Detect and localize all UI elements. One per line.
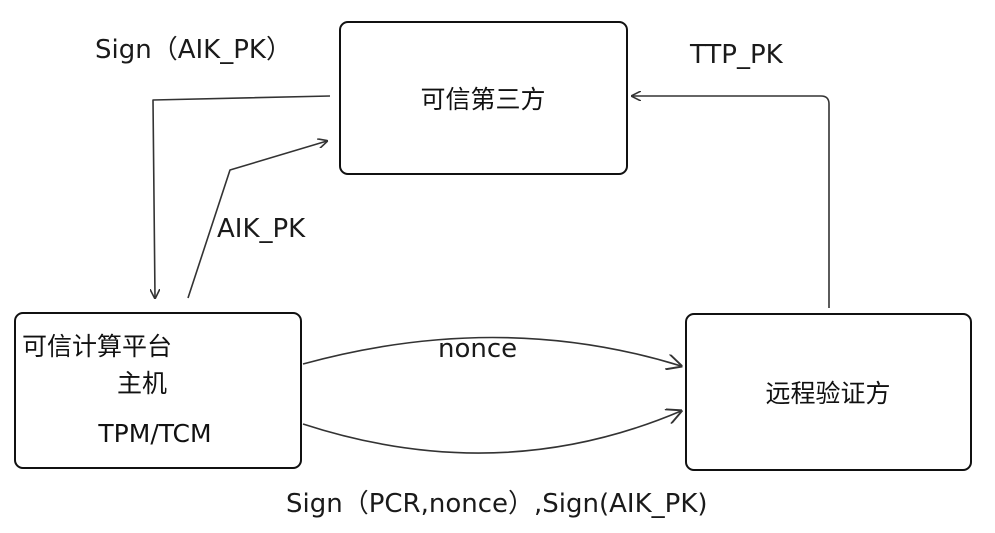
edge-sign-pcr-nonce [302, 411, 681, 454]
host-label-line2: 主机 [117, 369, 167, 398]
node-remote-verifier: 远程验证方 [685, 313, 972, 471]
node-trusted-platform-host: 可信计算平台 主机 TPM/TCM [14, 312, 302, 469]
ttp-label: 可信第三方 [420, 85, 545, 114]
host-label-line3: TPM/TCM [97, 419, 211, 448]
label-sign-pcr-nonce: Sign（PCR,nonce）,Sign(AIK_PK) [286, 489, 708, 519]
edge-ttp-pk [632, 96, 830, 308]
label-nonce: nonce [438, 334, 517, 364]
edge-sign-aik-pk [153, 95, 331, 298]
host-label-line1: 可信计算平台 [22, 332, 172, 361]
node-trusted-third-party: 可信第三方 [339, 21, 628, 175]
verifier-label: 远程验证方 [765, 379, 890, 408]
trust-flow-diagram: 可信第三方 可信计算平台 主机 TPM/TCM 远程验证方 Sign（AIK_P… [14, 21, 972, 519]
label-aik-pk: AIK_PK [217, 214, 306, 244]
label-ttp-pk: TTP_PK [689, 40, 784, 70]
label-sign-aik-pk: Sign（AIK_PK） [95, 35, 292, 65]
